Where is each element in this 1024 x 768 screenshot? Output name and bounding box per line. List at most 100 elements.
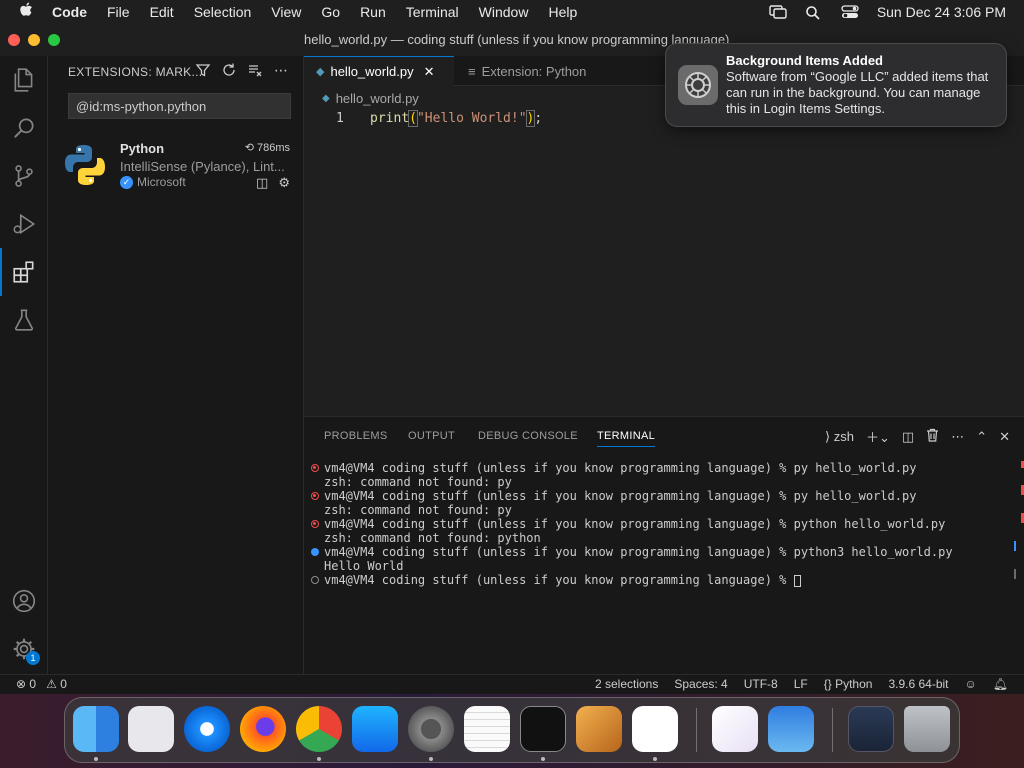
chrome-icon[interactable]	[296, 706, 342, 752]
minimize-window-button[interactable]	[28, 34, 40, 46]
terminal-line: vm4@VM4 coding stuff (unless if you know…	[304, 545, 1004, 559]
refresh-icon[interactable]	[221, 62, 237, 78]
run-debug-button[interactable]	[0, 200, 48, 248]
notifications-bell-icon[interactable]: 🔔︎	[993, 677, 1008, 691]
command-decoration-icon[interactable]	[311, 464, 319, 472]
clear-results-icon[interactable]	[247, 62, 263, 78]
background-items-notification[interactable]: Background Items Added Software from “Go…	[665, 43, 1007, 127]
chrome-window-icon[interactable]	[848, 706, 894, 752]
control-center-icon[interactable]	[841, 5, 859, 19]
terminal-output[interactable]: vm4@VM4 coding stuff (unless if you know…	[304, 461, 1004, 587]
tab-debug-console[interactable]: DEBUG CONSOLE	[478, 430, 578, 442]
language-mode-status[interactable]: {} Python	[824, 677, 873, 691]
command-decoration-icon[interactable]	[311, 576, 319, 584]
errors-count: ⊗ 0	[16, 677, 37, 691]
tab-output[interactable]: OUTPUT	[408, 430, 455, 442]
editor-area[interactable]	[304, 86, 1024, 416]
finder-icon[interactable]	[73, 706, 119, 752]
sidebar-header: EXTENSIONS: MARK...	[68, 65, 203, 79]
terminal-shell-selector[interactable]: ⟩ zsh	[825, 429, 854, 445]
trash-icon[interactable]	[904, 706, 950, 752]
app-store-icon[interactable]	[352, 706, 398, 752]
split-terminal-icon[interactable]: ◫	[902, 429, 914, 445]
garageband-icon[interactable]	[576, 706, 622, 752]
manage-badge: 1	[26, 651, 40, 665]
close-panel-icon[interactable]: ✕	[999, 429, 1010, 445]
terminal-line-text: Hello World	[324, 559, 404, 573]
extension-settings-gear-icon[interactable]: ⚙	[278, 175, 290, 191]
close-tab-icon[interactable]: ✕	[424, 64, 435, 80]
menu-help[interactable]: Help	[538, 4, 587, 20]
command-decoration-icon[interactable]	[311, 520, 319, 528]
zoom-window-button[interactable]	[48, 34, 60, 46]
new-terminal-icon[interactable]: ＋⌄	[866, 427, 890, 446]
run-debug-icon	[13, 213, 36, 235]
spotlight-search-icon[interactable]	[805, 5, 823, 20]
launchpad-icon[interactable]	[128, 706, 174, 752]
history-icon: ⟲	[244, 142, 254, 154]
extensions-button[interactable]	[0, 248, 48, 296]
encoding-status[interactable]: UTF-8	[744, 677, 778, 691]
menu-clock[interactable]: Sun Dec 24 3:06 PM	[877, 4, 1006, 20]
menu-run[interactable]: Run	[350, 4, 396, 20]
extensions-search-input[interactable]	[68, 93, 291, 119]
menu-app-name[interactable]: Code	[52, 4, 97, 20]
tab-extension-python[interactable]: ≡ Extension: Python	[456, 56, 598, 86]
menu-selection[interactable]: Selection	[184, 4, 262, 20]
tab-hello-world[interactable]: ◆ hello_world.py ✕	[304, 56, 454, 86]
menu-edit[interactable]: Edit	[140, 4, 184, 20]
more-actions-icon[interactable]: ⋯	[273, 62, 289, 78]
breadcrumb[interactable]: ◆ hello_world.py	[322, 91, 419, 106]
code-line[interactable]: print("Hello World!");	[370, 110, 543, 127]
testing-button[interactable]	[0, 296, 48, 344]
command-decoration-icon[interactable]	[311, 492, 319, 500]
split-editor-icon[interactable]: ◫	[256, 175, 268, 191]
terminal-line: Hello World	[304, 559, 1004, 573]
notification-title: Background Items Added	[726, 53, 883, 68]
eol-status[interactable]: LF	[794, 677, 808, 691]
files-icon	[14, 68, 33, 92]
terminal-line: vm4@VM4 coding stuff (unless if you know…	[304, 489, 1004, 503]
terminal-icon[interactable]	[520, 706, 566, 752]
tab-problems[interactable]: PROBLEMS	[324, 430, 388, 442]
safari-icon[interactable]	[184, 706, 230, 752]
menu-view[interactable]: View	[261, 4, 311, 20]
close-window-button[interactable]	[8, 34, 20, 46]
running-indicator	[653, 757, 657, 761]
menu-window[interactable]: Window	[469, 4, 539, 20]
indentation-status[interactable]: Spaces: 4	[674, 677, 727, 691]
kill-terminal-trash-icon[interactable]	[926, 428, 939, 445]
menu-file[interactable]: File	[97, 4, 140, 20]
tab-terminal[interactable]: TERMINAL	[597, 430, 656, 447]
explorer-button[interactable]	[0, 56, 48, 104]
source-control-button[interactable]	[0, 152, 48, 200]
manage-button[interactable]: 1	[0, 625, 48, 673]
command-decoration-icon[interactable]	[311, 548, 319, 556]
menu-terminal[interactable]: Terminal	[396, 4, 469, 20]
firefox-icon[interactable]	[240, 706, 286, 752]
search-button[interactable]	[0, 104, 48, 152]
python-file-icon: ◆	[316, 66, 325, 78]
code-paren-open: (	[408, 110, 418, 127]
accounts-button[interactable]	[0, 577, 48, 625]
weather-icon[interactable]	[768, 706, 814, 752]
screen-mirroring-icon[interactable]	[769, 5, 787, 19]
more-actions-icon[interactable]: ⋯	[951, 429, 964, 445]
terminal-line: vm4@VM4 coding stuff (unless if you know…	[304, 461, 1004, 475]
filter-icon[interactable]	[195, 62, 211, 78]
textedit-icon[interactable]	[464, 706, 510, 752]
extension-list-item[interactable]: Python ⟲ 786ms IntelliSense (Pylance), L…	[48, 136, 304, 196]
terminal-cursor	[793, 574, 801, 587]
system-settings-icon[interactable]	[408, 706, 454, 752]
extension-description: IntelliSense (Pylance), Lint...	[120, 159, 285, 174]
code-semicolon: ;	[534, 111, 543, 126]
menu-go[interactable]: Go	[311, 4, 350, 20]
maximize-panel-chevron-up-icon[interactable]: ⌃	[976, 429, 987, 445]
selections-status[interactable]: 2 selections	[595, 677, 658, 691]
visual-studio-icon[interactable]	[712, 706, 758, 752]
vscode-icon[interactable]	[632, 706, 678, 752]
interpreter-status[interactable]: 3.9.6 64-bit	[888, 677, 948, 691]
problems-status[interactable]: ⊗ 0 ⚠ 0	[16, 677, 67, 691]
feedback-icon[interactable]: ☺	[965, 677, 977, 691]
apple-menu-icon[interactable]	[0, 2, 52, 22]
